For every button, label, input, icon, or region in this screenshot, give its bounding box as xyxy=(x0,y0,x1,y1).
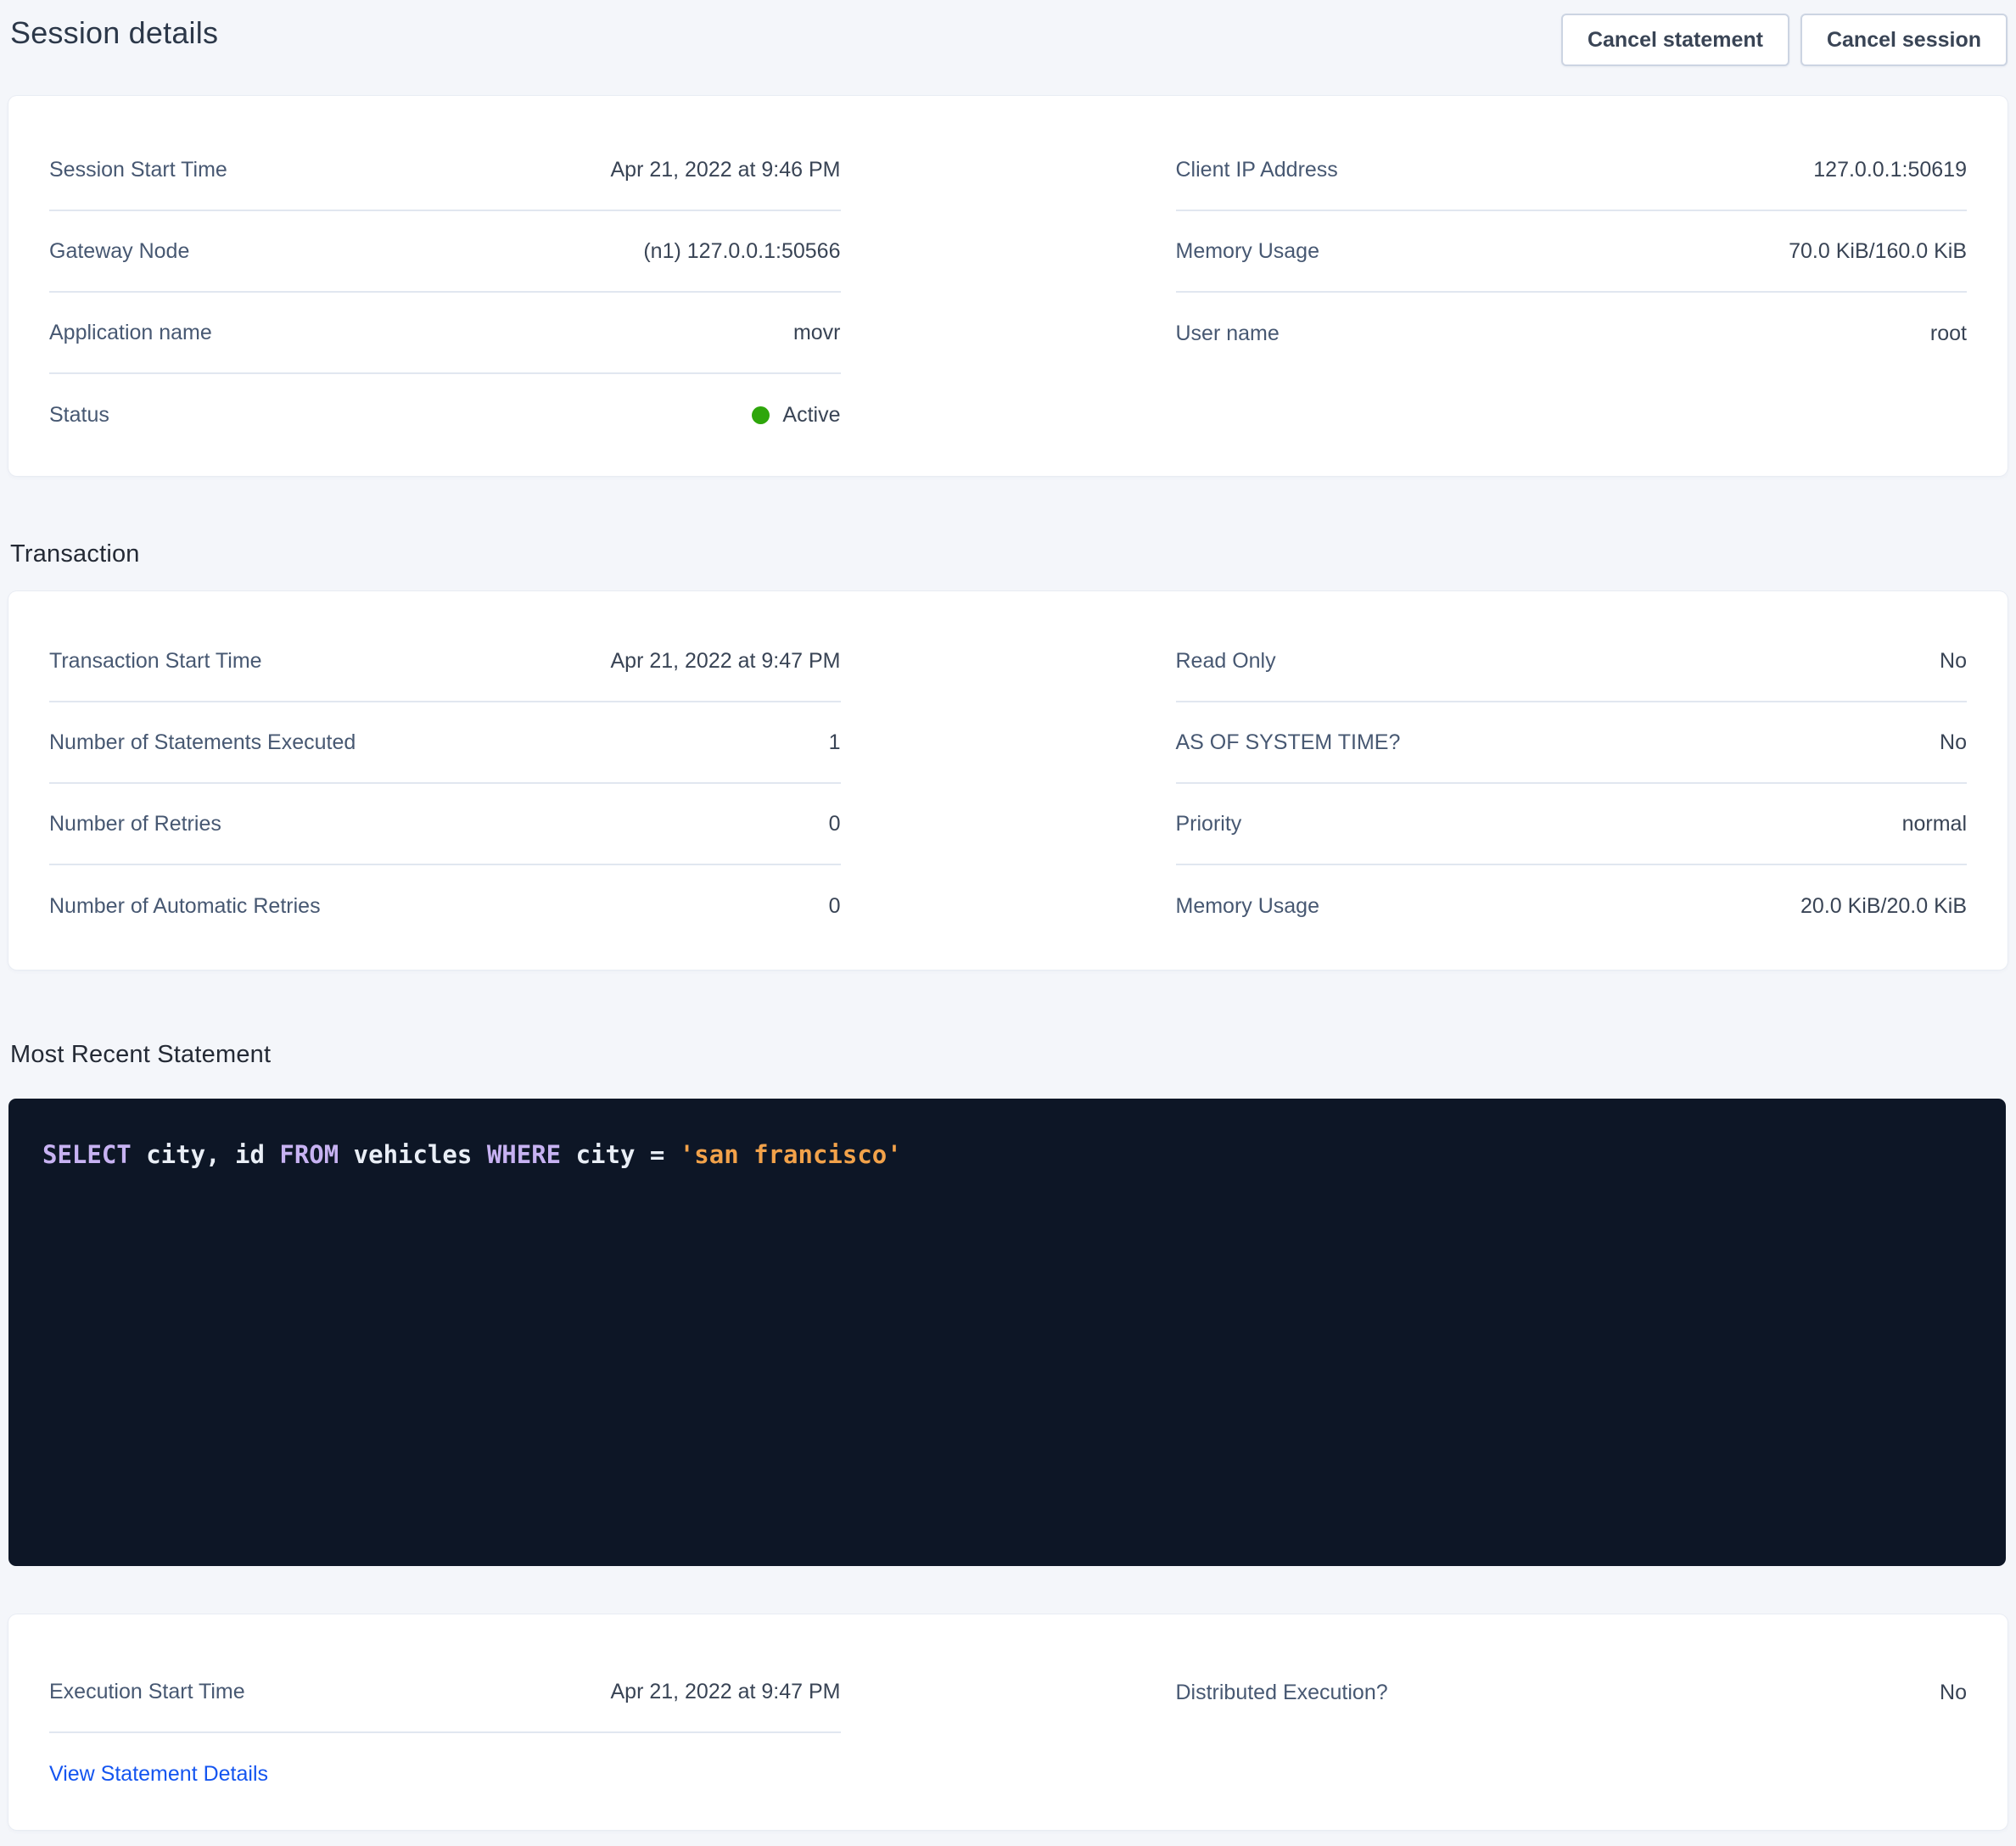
execution-right-column: Distributed Execution? No xyxy=(1176,1652,1968,1815)
transaction-card: Transaction Start Time Apr 21, 2022 at 9… xyxy=(8,591,2008,970)
statements-executed-row: Number of Statements Executed 1 xyxy=(49,702,841,784)
row-label: Memory Usage xyxy=(1176,239,1320,264)
session-summary-right-column: Client IP Address 127.0.0.1:50619 Memory… xyxy=(1176,130,1968,456)
row-label: Transaction Start Time xyxy=(49,649,262,674)
number-of-retries-row: Number of Retries 0 xyxy=(49,784,841,865)
view-statement-details-link[interactable]: View Statement Details xyxy=(49,1762,268,1787)
sql-text: vehicles xyxy=(339,1140,487,1169)
row-label: Memory Usage xyxy=(1176,894,1320,919)
execution-left-column: Execution Start Time Apr 21, 2022 at 9:4… xyxy=(49,1652,841,1815)
session-start-time-row: Session Start Time Apr 21, 2022 at 9:46 … xyxy=(49,130,841,211)
sql-statement-code: SELECT city, id FROM vehicles WHERE city… xyxy=(42,1138,1972,1172)
row-value: root xyxy=(1930,322,1967,346)
user-name-row: User name root xyxy=(1176,293,1968,374)
session-details-page: Session details Cancel statement Cancel … xyxy=(0,0,2016,1846)
sql-keyword: SELECT xyxy=(42,1140,132,1169)
row-value: 127.0.0.1:50619 xyxy=(1813,158,1967,182)
row-value: Apr 21, 2022 at 9:47 PM xyxy=(610,649,840,674)
sql-text: city = xyxy=(561,1140,680,1169)
row-value: 70.0 KiB/160.0 KiB xyxy=(1789,239,1967,264)
row-label: Number of Retries xyxy=(49,812,221,836)
priority-row: Priority normal xyxy=(1176,784,1968,865)
row-label: User name xyxy=(1176,322,1280,346)
transaction-left-column: Transaction Start Time Apr 21, 2022 at 9… xyxy=(49,621,841,947)
row-label: Priority xyxy=(1176,812,1242,836)
session-summary-left-column: Session Start Time Apr 21, 2022 at 9:46 … xyxy=(49,130,841,456)
execution-start-time-row: Execution Start Time Apr 21, 2022 at 9:4… xyxy=(49,1652,841,1733)
status-row: Status Active xyxy=(49,374,841,456)
sql-keyword: WHERE xyxy=(487,1140,561,1169)
as-of-system-time-row: AS OF SYSTEM TIME? No xyxy=(1176,702,1968,784)
page-title: Session details xyxy=(10,14,218,53)
row-label: AS OF SYSTEM TIME? xyxy=(1176,730,1401,755)
transaction-heading: Transaction xyxy=(10,539,2016,569)
row-label: Number of Automatic Retries xyxy=(49,894,321,919)
transaction-start-time-row: Transaction Start Time Apr 21, 2022 at 9… xyxy=(49,621,841,702)
row-value: movr xyxy=(793,321,841,345)
row-label: Read Only xyxy=(1176,649,1276,674)
client-ip-row: Client IP Address 127.0.0.1:50619 xyxy=(1176,130,1968,211)
automatic-retries-row: Number of Automatic Retries 0 xyxy=(49,865,841,947)
row-label: Execution Start Time xyxy=(49,1680,245,1704)
row-value: Apr 21, 2022 at 9:46 PM xyxy=(610,158,840,182)
row-label: Gateway Node xyxy=(49,239,189,264)
header-actions: Cancel statement Cancel session xyxy=(1561,14,2008,66)
gateway-node-link[interactable]: (n1) 127.0.0.1:50566 xyxy=(643,239,840,264)
row-value: No xyxy=(1940,730,1967,755)
application-name-row: Application name movr xyxy=(49,293,841,374)
gateway-node-row: Gateway Node (n1) 127.0.0.1:50566 xyxy=(49,211,841,293)
transaction-right-column: Read Only No AS OF SYSTEM TIME? No Prior… xyxy=(1176,621,1968,947)
row-value: 0 xyxy=(829,812,841,836)
status-text: Active xyxy=(782,403,840,428)
row-label: Distributed Execution? xyxy=(1176,1681,1388,1705)
execution-card: Execution Start Time Apr 21, 2022 at 9:4… xyxy=(8,1614,2008,1830)
transaction-memory-usage-row: Memory Usage 20.0 KiB/20.0 KiB xyxy=(1176,865,1968,947)
row-label: Status xyxy=(49,403,109,428)
page-header: Session details Cancel statement Cancel … xyxy=(0,0,2016,66)
sql-keyword: FROM xyxy=(279,1140,339,1169)
cancel-statement-button[interactable]: Cancel statement xyxy=(1561,14,1789,66)
sql-text: city, id xyxy=(132,1140,280,1169)
row-value: 0 xyxy=(829,894,841,919)
status-badge: Active xyxy=(752,403,840,428)
row-value: No xyxy=(1940,649,1967,674)
row-label: Client IP Address xyxy=(1176,158,1338,182)
row-value: normal xyxy=(1902,812,1967,836)
row-value: No xyxy=(1940,1681,1967,1705)
sql-string-literal: 'san francisco' xyxy=(680,1140,902,1169)
row-label: Session Start Time xyxy=(49,158,227,182)
cancel-session-button[interactable]: Cancel session xyxy=(1800,14,2008,66)
row-value: Apr 21, 2022 at 9:47 PM xyxy=(610,1680,840,1704)
row-label: Application name xyxy=(49,321,212,345)
memory-usage-row: Memory Usage 70.0 KiB/160.0 KiB xyxy=(1176,211,1968,293)
most-recent-statement-heading: Most Recent Statement xyxy=(10,1039,2016,1070)
distributed-execution-row: Distributed Execution? No xyxy=(1176,1652,1968,1733)
row-value: 20.0 KiB/20.0 KiB xyxy=(1800,894,1967,919)
session-summary-card: Session Start Time Apr 21, 2022 at 9:46 … xyxy=(8,96,2008,476)
active-status-dot-icon xyxy=(752,406,770,424)
view-statement-details-row: View Statement Details xyxy=(49,1733,841,1815)
read-only-row: Read Only No xyxy=(1176,621,1968,702)
row-value: 1 xyxy=(829,730,841,755)
sql-statement-box: SELECT city, id FROM vehicles WHERE city… xyxy=(8,1099,2006,1566)
row-label: Number of Statements Executed xyxy=(49,730,356,755)
